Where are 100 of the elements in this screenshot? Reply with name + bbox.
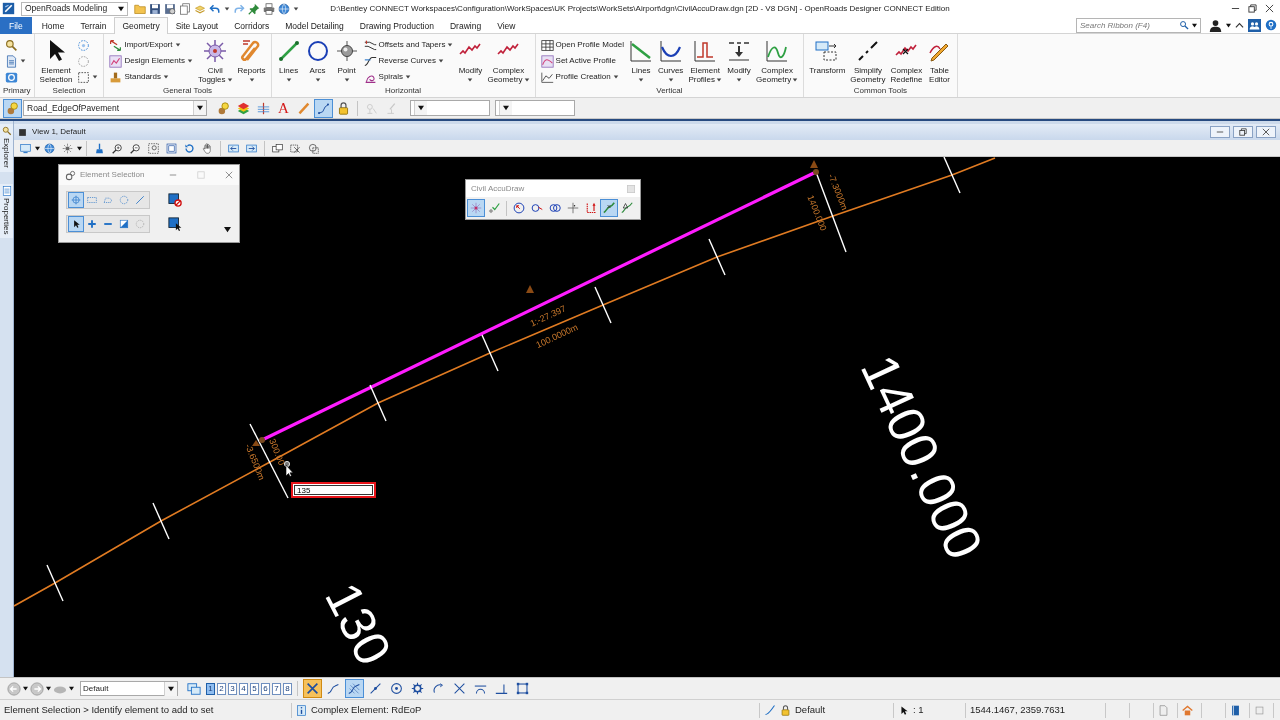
ribbon-tab[interactable]: View bbox=[489, 17, 524, 34]
view-number-button[interactable]: 7 bbox=[272, 682, 281, 695]
group-label: Primary bbox=[3, 85, 31, 97]
ribbon-button[interactable]: Reports bbox=[235, 36, 268, 85]
caret-icon[interactable] bbox=[224, 226, 231, 233]
crosshair-circle-icon[interactable] bbox=[68, 192, 84, 208]
chevron-up-icon[interactable] bbox=[1235, 20, 1244, 30]
feature-definition-dropdown[interactable]: Road_EdgeOfPavement bbox=[23, 100, 207, 116]
side-panel-tab[interactable]: Explorer bbox=[0, 124, 13, 172]
ribbon-button[interactable]: Spirals bbox=[361, 70, 456, 84]
ribbon-tab[interactable]: Drawing bbox=[441, 17, 490, 34]
help-icon[interactable] bbox=[1265, 19, 1277, 31]
ribbon-button[interactable]: Element Selection bbox=[37, 36, 75, 85]
ribbon-tab[interactable]: Drawing Production bbox=[351, 17, 442, 34]
dashed-square-icon bbox=[77, 70, 91, 84]
printer-icon[interactable] bbox=[263, 2, 275, 15]
sparkle-icon[interactable] bbox=[467, 199, 485, 217]
ribbon-button[interactable]: Import/Export bbox=[107, 38, 195, 52]
ribbon-tab[interactable]: Geometry bbox=[114, 17, 168, 34]
group-label: Common Tools bbox=[852, 85, 908, 97]
caret-icon[interactable] bbox=[23, 686, 28, 691]
view-number-button[interactable]: 2 bbox=[217, 682, 226, 695]
dashed-circle-icon bbox=[77, 38, 91, 52]
caret-icon[interactable] bbox=[1226, 22, 1231, 28]
ribbon-tab[interactable]: Terrain bbox=[72, 17, 115, 34]
caret-icon[interactable] bbox=[69, 686, 74, 691]
hatched-curve-icon[interactable] bbox=[345, 679, 364, 698]
ribbon-tab[interactable]: Site Layout bbox=[167, 17, 227, 34]
ribbon-button[interactable]: Complex Geometry bbox=[754, 36, 801, 85]
house-icon[interactable] bbox=[1182, 704, 1193, 716]
info-tile-icon[interactable] bbox=[296, 704, 307, 716]
ribbon-tab[interactable]: Model Detailing bbox=[277, 17, 352, 34]
workflow-dropdown[interactable]: OpenRoads Modeling bbox=[21, 1, 128, 16]
ribbon-button[interactable]: Curves bbox=[656, 36, 686, 85]
curve-icon[interactable] bbox=[600, 199, 618, 217]
ribbon-button[interactable]: Arcs bbox=[303, 36, 332, 85]
app-logo-icon[interactable] bbox=[2, 2, 15, 15]
ribbon-button[interactable]: Modify bbox=[456, 36, 485, 85]
ribbon-button[interactable]: Lines bbox=[627, 36, 656, 85]
view-number-button[interactable]: 5 bbox=[250, 682, 259, 695]
arrow-cursor-icon[interactable] bbox=[68, 216, 84, 232]
restore-icon[interactable] bbox=[1233, 126, 1253, 138]
ribbon-button[interactable]: Reverse Curves bbox=[361, 54, 456, 68]
file-tab[interactable]: File bbox=[0, 17, 32, 34]
ribbon-button[interactable]: Design Elements bbox=[107, 54, 195, 68]
people-tile-icon[interactable] bbox=[1248, 18, 1261, 32]
ribbon-button[interactable]: Table Editor bbox=[925, 36, 954, 85]
book-icon[interactable] bbox=[1230, 704, 1241, 716]
view-number-button[interactable]: 6 bbox=[261, 682, 270, 695]
view-number-button[interactable]: 3 bbox=[228, 682, 237, 695]
circle-icon bbox=[305, 39, 330, 63]
square-cursor-icon[interactable] bbox=[168, 217, 182, 231]
view-number-button[interactable]: 8 bbox=[283, 682, 292, 695]
ribbon-button[interactable]: Civil Toggles bbox=[195, 36, 235, 85]
ribbon-tab[interactable]: Corridors bbox=[226, 17, 278, 34]
circles-icon[interactable] bbox=[3, 98, 22, 118]
caret-icon[interactable] bbox=[35, 145, 40, 151]
list-icon bbox=[1, 185, 12, 196]
ribbon-button[interactable]: Profile Creation bbox=[538, 70, 627, 84]
text-style-button[interactable]: A bbox=[274, 99, 293, 117]
square-icon[interactable] bbox=[18, 127, 27, 137]
ribbon-button[interactable]: Offsets and Tapers bbox=[361, 38, 456, 52]
ribbon-tab[interactable]: Home bbox=[33, 17, 73, 34]
caret-icon[interactable] bbox=[293, 5, 299, 12]
ribbon-button[interactable]: Transform bbox=[807, 36, 848, 85]
curved-line-icon[interactable] bbox=[764, 704, 776, 716]
pushpin-icon[interactable] bbox=[248, 2, 260, 15]
side-panel-tab[interactable]: Properties bbox=[0, 183, 13, 239]
cross-icon[interactable] bbox=[303, 679, 322, 698]
ribbon-button[interactable]: Element Profiles bbox=[686, 36, 725, 85]
arrows-icon bbox=[109, 38, 123, 52]
user-silhouette-icon[interactable] bbox=[1209, 18, 1222, 32]
padlock-icon[interactable] bbox=[780, 704, 791, 716]
ribbon-button[interactable]: Modify bbox=[725, 36, 754, 85]
polyline-icon[interactable] bbox=[313, 98, 333, 118]
ribbon-button[interactable]: Point bbox=[332, 36, 361, 85]
magnifier-icon bbox=[1, 126, 12, 136]
caret-icon[interactable] bbox=[224, 5, 230, 12]
ribbon-button[interactable]: Standards bbox=[107, 70, 195, 84]
caret-icon[interactable] bbox=[77, 145, 82, 151]
ribbon-button[interactable]: Lines bbox=[274, 36, 303, 85]
dropdown-field[interactable] bbox=[409, 100, 490, 116]
ribbon-button[interactable]: Set Active Profile bbox=[538, 54, 627, 68]
view-number-button[interactable]: 4 bbox=[239, 682, 248, 695]
distance-input-field[interactable]: 135 bbox=[291, 482, 376, 498]
view-group-dropdown[interactable]: Default bbox=[80, 681, 178, 696]
documents-icon[interactable] bbox=[179, 2, 191, 15]
group-label: Selection bbox=[51, 85, 87, 97]
arrow-cursor-icon[interactable] bbox=[898, 704, 909, 716]
view-number-button[interactable]: 1 bbox=[206, 682, 215, 695]
globe-icon[interactable] bbox=[278, 2, 290, 15]
caret-icon[interactable] bbox=[46, 686, 51, 691]
square-prohibited-icon[interactable] bbox=[168, 193, 182, 207]
ribbon-button[interactable]: Open Profile Model bbox=[538, 38, 627, 52]
dropdown-field[interactable] bbox=[494, 100, 575, 116]
ribbon-button[interactable]: Simplify Geometry bbox=[848, 36, 888, 85]
close-icon[interactable] bbox=[1256, 126, 1276, 138]
undo-icon[interactable] bbox=[209, 2, 221, 15]
ribbon-button[interactable]: Complex Geometry bbox=[485, 36, 532, 85]
ribbon-button[interactable]: Complex Redefine bbox=[888, 36, 925, 85]
